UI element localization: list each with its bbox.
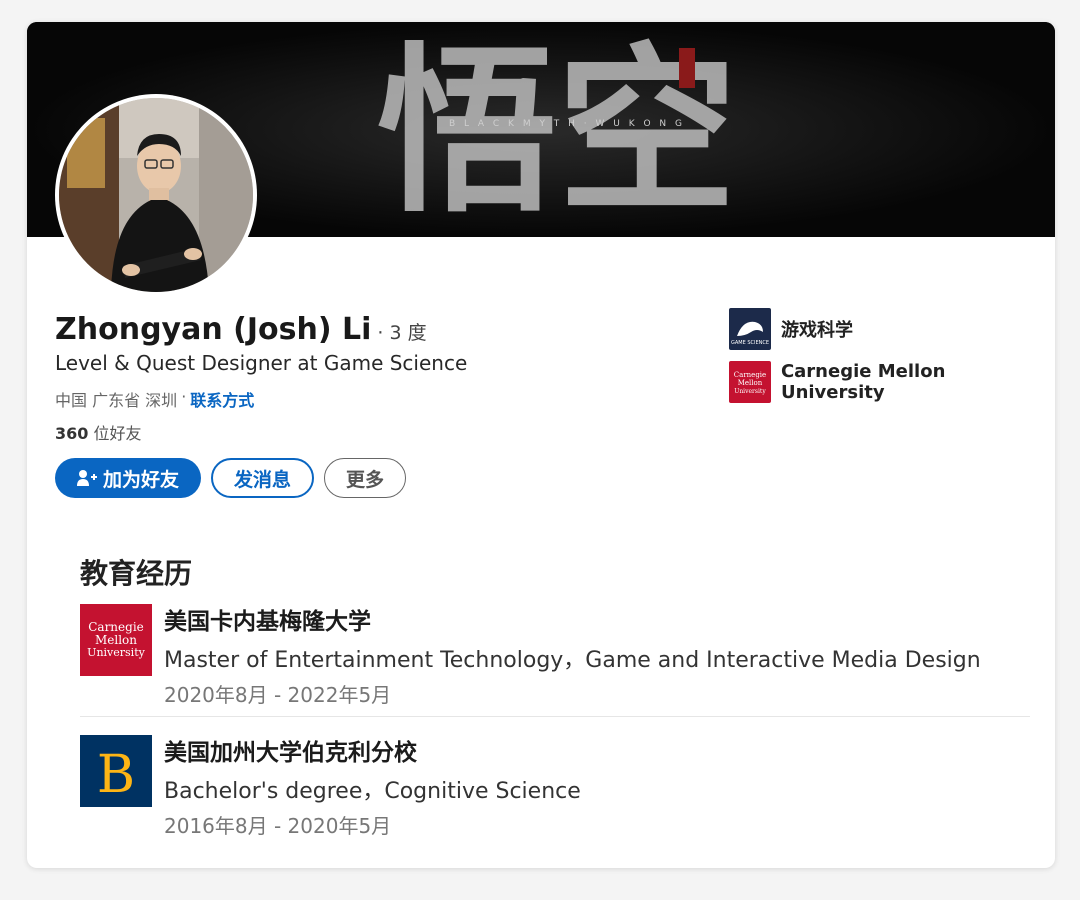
profile-card: 悟空 B L A C K M Y T H · W U K O N G Zhong… xyxy=(27,22,1055,868)
game-science-logo: GAME SCIENCE xyxy=(729,308,771,350)
current-orgs: GAME SCIENCE 游戏科学 Carnegie Mellon Univer… xyxy=(729,308,1055,414)
cmu-logo-small-line-1: Carnegie xyxy=(734,371,766,379)
degree-text: Bachelor's degree，Cognitive Science xyxy=(164,779,581,804)
friends-count-number: 360 xyxy=(55,424,89,443)
cmu-logo-line-1: Carnegie xyxy=(88,620,144,634)
location-row: 中国 广东省 深圳 · 联系方式 xyxy=(55,387,254,411)
add-friend-button[interactable]: 加为好友 xyxy=(55,458,201,498)
profile-headline: Level & Quest Designer at Game Science xyxy=(55,351,468,375)
cmu-logo-small: Carnegie Mellon University xyxy=(729,361,771,403)
friends-count[interactable]: 360 位好友 xyxy=(55,420,142,444)
cmu-logo-small-line-2: Mellon xyxy=(738,379,763,387)
connection-degree: · 3 度 xyxy=(377,322,427,344)
degree-text: Master of Entertainment Technology，Game … xyxy=(164,648,981,673)
friends-count-label: 位好友 xyxy=(93,424,142,443)
berkeley-logo: B xyxy=(80,735,152,807)
add-person-icon xyxy=(76,470,97,486)
education-section-title: 教育经历 xyxy=(80,557,193,590)
education-text-berkeley: 美国加州大学伯克利分校 Bachelor's degree，Cognitive … xyxy=(164,733,581,839)
berkeley-logo-letter: B xyxy=(97,745,135,805)
school-name: 美国卡内基梅隆大学 xyxy=(164,609,371,635)
game-science-logo-text: GAME SCIENCE xyxy=(731,340,769,346)
school-name: 美国加州大学伯克利分校 xyxy=(164,740,417,766)
org-name-game-science: 游戏科学 xyxy=(781,320,853,341)
profile-name-row: Zhongyan (Josh) Li · 3 度 xyxy=(55,312,427,347)
cmu-logo-small-line-3: University xyxy=(734,388,766,395)
avatar-photo xyxy=(59,98,253,292)
avatar[interactable] xyxy=(55,94,257,296)
cmu-logo-line-3: University xyxy=(87,646,145,659)
message-button[interactable]: 发消息 xyxy=(211,458,314,498)
cmu-logo-line-2: Mellon xyxy=(95,633,137,647)
date-range: 2020年8月 - 2022年5月 xyxy=(164,683,392,707)
more-button[interactable]: 更多 xyxy=(324,458,406,498)
banner-seal xyxy=(679,48,695,88)
profile-name: Zhongyan (Josh) Li xyxy=(55,312,372,347)
contact-info-link[interactable]: 联系方式 xyxy=(190,387,254,411)
org-item-cmu[interactable]: Carnegie Mellon University Carnegie Mell… xyxy=(729,361,1055,403)
banner-subtitle: B L A C K M Y T H · W U K O N G xyxy=(449,119,685,129)
profile-actions: 加为好友 发消息 更多 xyxy=(55,458,406,498)
org-name-cmu: Carnegie Mellon University xyxy=(780,361,946,403)
org-item-game-science[interactable]: GAME SCIENCE 游戏科学 xyxy=(729,308,1055,350)
date-range: 2016年8月 - 2020年5月 xyxy=(164,814,392,838)
education-text-cmu: 美国卡内基梅隆大学 Master of Entertainment Techno… xyxy=(164,602,981,708)
location-text: 中国 广东省 深圳 xyxy=(55,391,178,410)
cmu-logo: Carnegie Mellon University xyxy=(80,604,152,676)
education-item-berkeley[interactable]: B 美国加州大学伯克利分校 Bachelor's degree，Cognitiv… xyxy=(80,735,581,839)
education-item-cmu[interactable]: Carnegie Mellon University 美国卡内基梅隆大学 Mas… xyxy=(80,604,981,708)
location-separator: · xyxy=(181,387,187,406)
education-divider xyxy=(80,716,1030,717)
add-friend-label: 加为好友 xyxy=(102,468,179,491)
